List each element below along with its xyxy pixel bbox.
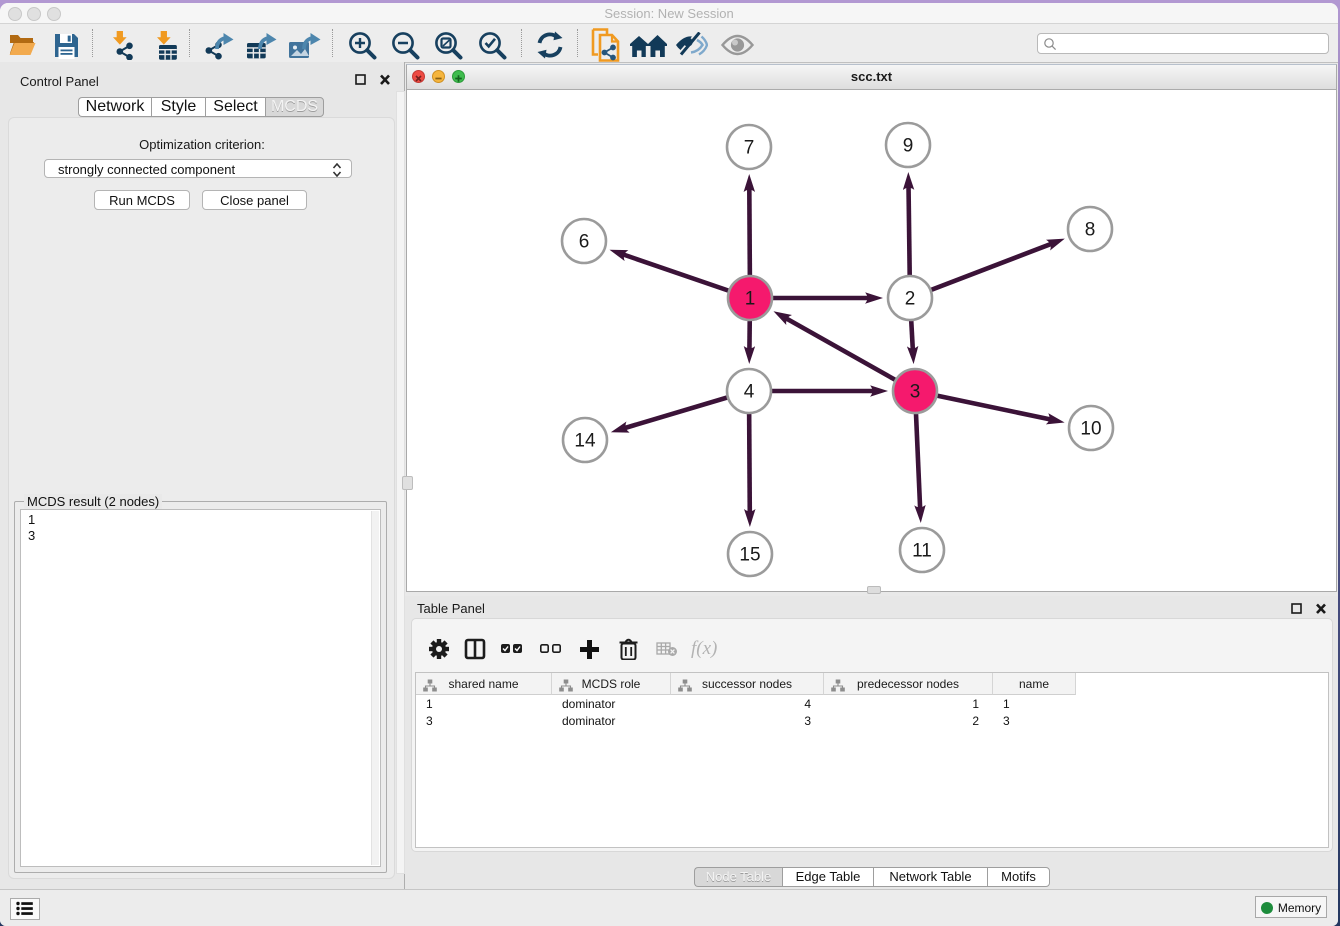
svg-text:8: 8 — [1085, 220, 1096, 241]
svg-text:11: 11 — [912, 541, 932, 562]
svg-text:6: 6 — [579, 232, 590, 253]
svg-text:3: 3 — [910, 382, 921, 403]
svg-text:10: 10 — [1080, 419, 1101, 440]
svg-text:4: 4 — [744, 382, 755, 403]
svg-text:15: 15 — [739, 545, 760, 566]
svg-text:9: 9 — [903, 136, 914, 157]
svg-text:14: 14 — [574, 431, 596, 452]
svg-text:1: 1 — [745, 289, 756, 310]
svg-text:2: 2 — [905, 289, 916, 310]
svg-text:7: 7 — [744, 138, 755, 159]
